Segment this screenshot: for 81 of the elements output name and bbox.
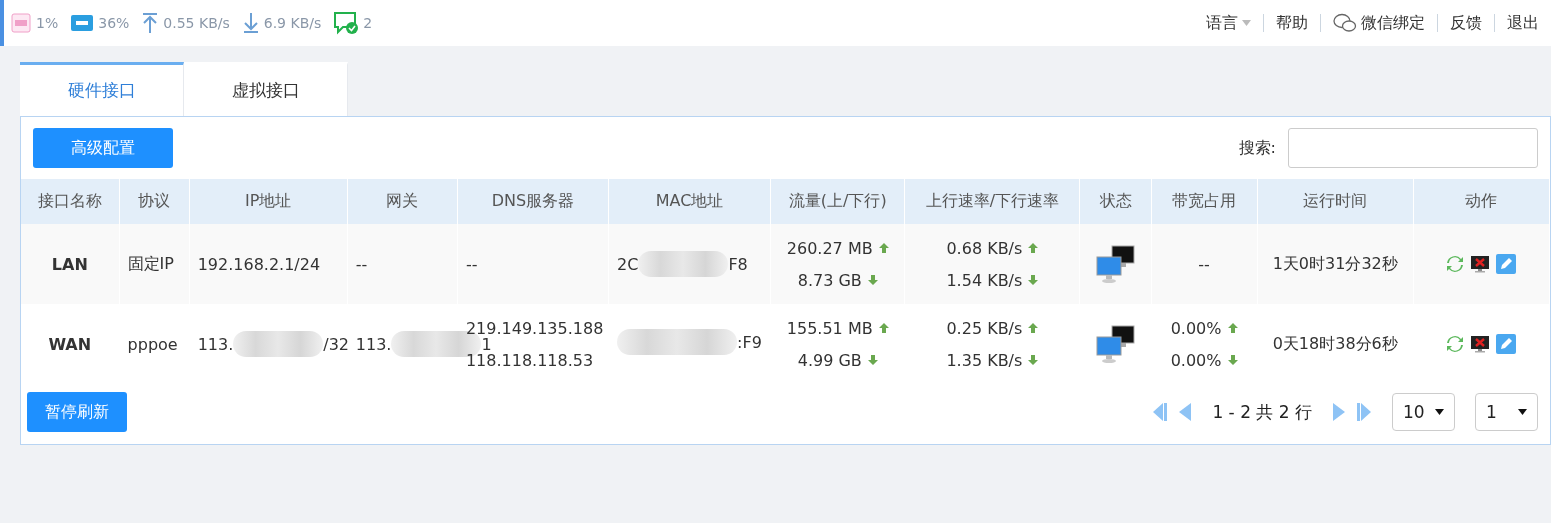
table-cell: LAN <box>21 224 120 304</box>
menu-link[interactable]: 微信绑定 <box>1321 12 1437 34</box>
down-arrow-icon <box>867 355 878 365</box>
computers-icon <box>1095 324 1136 364</box>
disconnect-icon[interactable] <box>1470 334 1491 354</box>
upload-icon <box>141 12 160 34</box>
down-arrow-icon <box>1028 275 1039 285</box>
download-icon <box>241 12 260 34</box>
bandwidth-usage: -- <box>1198 254 1210 274</box>
menu-link[interactable]: 反馈 <box>1438 12 1494 34</box>
cell-text: -- <box>355 254 368 274</box>
column-header: MAC地址 <box>608 179 771 224</box>
page-select[interactable]: 1 <box>1475 393 1538 431</box>
online-count: 2 <box>363 15 373 31</box>
disconnect-icon[interactable] <box>1470 254 1491 274</box>
column-header: 状态 <box>1080 179 1152 224</box>
rate-up: 0.68 KB/s <box>946 238 1023 258</box>
tab[interactable]: 硬件接口 <box>20 62 184 116</box>
column-header: 网关 <box>347 179 458 224</box>
online-devices-icon <box>333 11 360 35</box>
column-header: 运行时间 <box>1257 179 1414 224</box>
table-cell: 固定IP <box>119 224 190 304</box>
bandwidth-up: 0.00% <box>1170 318 1222 338</box>
rate-down: 1.54 KB/s <box>946 270 1023 290</box>
column-header: 协议 <box>119 179 190 224</box>
column-header: 带宽占用 <box>1151 179 1258 224</box>
previous-page-icon[interactable] <box>1178 403 1193 421</box>
column-header: 流量(上/下行) <box>770 179 905 224</box>
next-page-icon[interactable] <box>1332 403 1346 421</box>
tab[interactable]: 虚拟接口 <box>184 62 348 116</box>
column-header: 上行速率/下行速率 <box>904 179 1080 224</box>
last-page-icon[interactable] <box>1356 403 1372 421</box>
masked-text: 2C F8 <box>617 251 748 277</box>
first-page-icon[interactable] <box>1152 403 1169 421</box>
bandwidth-down: 0.00% <box>1170 350 1222 370</box>
refresh-icon[interactable] <box>1446 254 1465 274</box>
table-cell: 1天0时31分32秒 <box>1257 224 1414 304</box>
up-arrow-icon <box>1028 243 1039 253</box>
up-arrow-icon <box>878 243 889 253</box>
masked-text: 113. /32 <box>197 331 350 357</box>
masked-text: :F9 <box>617 329 762 355</box>
edit-icon[interactable] <box>1496 254 1517 274</box>
up-arrow-icon <box>1028 323 1039 333</box>
cell-text: 192.168.2.1/24 <box>197 254 321 274</box>
page-range: 1 - 2 共 2 行 <box>1212 400 1312 424</box>
dropdown-arrow-icon <box>1518 409 1527 415</box>
download-speed: 6.9 KB/s <box>263 15 322 31</box>
search-label: 搜索: <box>1238 137 1276 159</box>
refresh-icon[interactable] <box>1446 334 1465 354</box>
menu-link[interactable]: 语言 <box>1194 12 1263 34</box>
cpu-usage: 1% <box>36 15 59 31</box>
computers-icon <box>1095 244 1136 284</box>
chat-bubbles-icon <box>1333 13 1357 33</box>
cpu-icon <box>10 12 32 34</box>
page-size-select[interactable]: 10 <box>1392 393 1455 431</box>
search-field[interactable] <box>1288 128 1538 168</box>
down-arrow-icon <box>1028 355 1039 365</box>
rate-up: 0.25 KB/s <box>946 318 1023 338</box>
menu-link[interactable]: 帮助 <box>1264 12 1320 34</box>
traffic-down: 4.99 GB <box>797 350 862 370</box>
down-arrow-icon <box>1227 355 1238 365</box>
upload-speed: 0.55 KB/s <box>163 15 230 31</box>
traffic-down: 8.73 GB <box>797 270 862 290</box>
down-arrow-icon <box>867 275 878 285</box>
rate-down: 1.35 KB/s <box>946 350 1023 370</box>
column-header: 接口名称 <box>21 179 120 224</box>
caret-icon <box>1242 20 1251 26</box>
dns-server: 118.118.118.53 <box>465 350 594 370</box>
dropdown-arrow-icon <box>1435 409 1444 415</box>
column-header: IP地址 <box>189 179 348 224</box>
ram-usage: 36% <box>98 15 130 31</box>
menu-link[interactable]: 退出 <box>1495 12 1551 34</box>
traffic-up: 260.27 MB <box>786 238 873 258</box>
traffic-up: 155.51 MB <box>786 318 873 338</box>
dns-server: -- <box>465 254 478 274</box>
up-arrow-icon <box>1227 323 1238 333</box>
up-arrow-icon <box>878 323 889 333</box>
column-header: 动作 <box>1413 179 1550 224</box>
ram-icon <box>70 12 95 34</box>
column-header: DNS服务器 <box>457 179 609 224</box>
edit-icon[interactable] <box>1496 334 1517 354</box>
